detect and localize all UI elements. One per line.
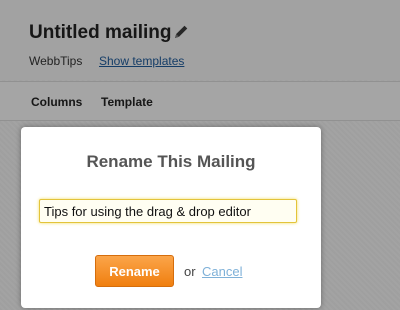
rename-button[interactable]: Rename — [95, 255, 174, 287]
or-separator: or — [184, 264, 196, 279]
dialog-title: Rename This Mailing — [86, 152, 256, 171]
rename-dialog: Rename This Mailing Rename or Cancel — [21, 127, 321, 308]
cancel-link[interactable]: Cancel — [202, 264, 242, 279]
mailing-name-input[interactable] — [39, 199, 297, 223]
